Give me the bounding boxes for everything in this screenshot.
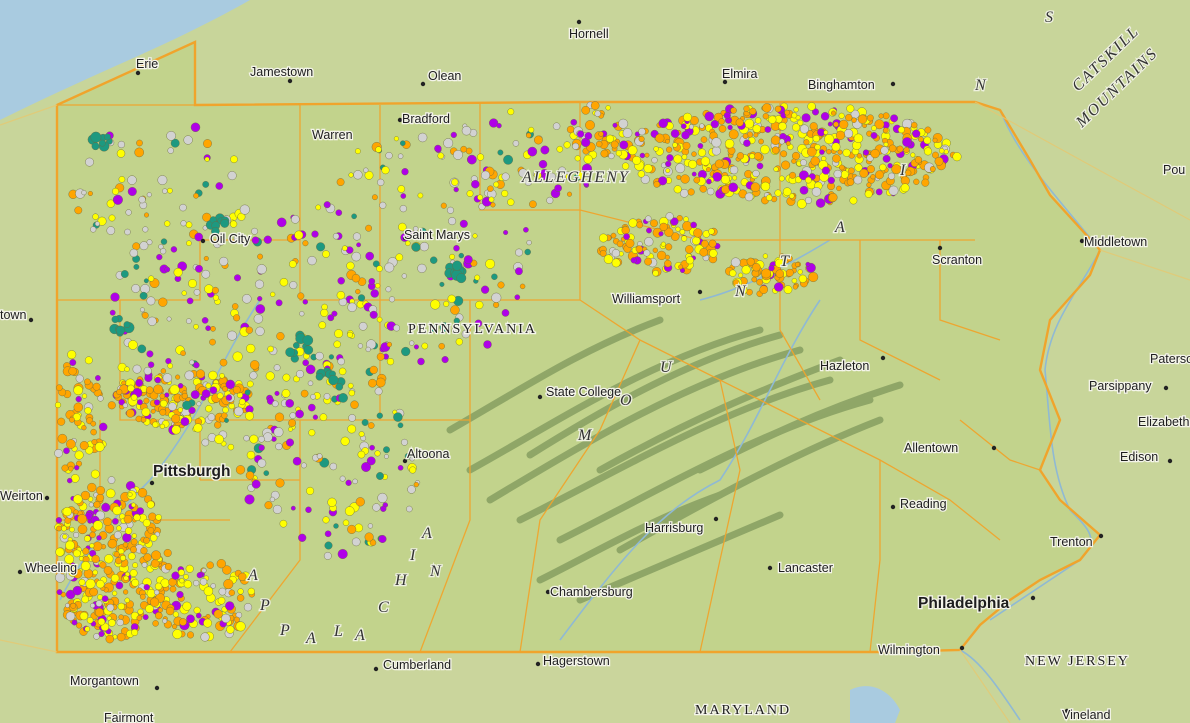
appalachian-letter: P <box>259 597 272 614</box>
state-label-new-jersey: NEW JERSEY <box>1025 654 1130 669</box>
city-label-fairmont[interactable]: Fairmont <box>103 710 155 723</box>
city-label-erie[interactable]: Erie <box>135 56 160 73</box>
map-labels: Erie Jamestown Olean Hornell Elmira Bing… <box>0 8 1190 723</box>
city-label-morgantown[interactable]: Morgantown <box>69 673 140 690</box>
appalachian-letter: H <box>394 572 409 589</box>
city-label-pittsburgh[interactable]: Pittsburgh <box>152 462 232 482</box>
city-label-middletown[interactable]: Middletown <box>1083 234 1149 251</box>
map-view[interactable]: Erie Jamestown Olean Hornell Elmira Bing… <box>0 0 1190 723</box>
city-label-warren[interactable]: Warren <box>311 127 354 144</box>
city-label-wheeling[interactable]: Wheeling <box>24 560 79 577</box>
appalachian-letter: A <box>247 567 260 584</box>
city-label-jamestown[interactable]: Jamestown <box>249 64 315 81</box>
city-label-allentown[interactable]: Allentown <box>903 440 960 457</box>
city-label-bradford[interactable]: Bradford <box>401 111 452 128</box>
city-label-wilmington[interactable]: Wilmington <box>877 642 941 659</box>
city-label-oil-city[interactable]: Oil City <box>209 231 253 248</box>
city-label-edge-town[interactable]: town <box>0 307 28 324</box>
appalachian-letter: I <box>899 162 907 179</box>
city-label-cumberland[interactable]: Cumberland <box>382 657 453 674</box>
appalachian-letter: C <box>378 599 391 616</box>
city-label-binghamton[interactable]: Binghamton <box>807 77 876 94</box>
city-label-vineland[interactable]: Vineland <box>1061 707 1112 723</box>
city-label-parsippany[interactable]: Parsippany <box>1088 378 1154 395</box>
appalachian-letter: A <box>305 630 318 647</box>
city-label-lancaster[interactable]: Lancaster <box>777 560 835 577</box>
city-label-altoona[interactable]: Altoona <box>406 446 451 463</box>
state-label-maryland: MARYLAND <box>695 703 791 718</box>
city-label-elizabeth[interactable]: Elizabeth <box>1137 414 1190 431</box>
city-label-philadelphia[interactable]: Philadelphia <box>917 594 1011 614</box>
appalachian-letter: N <box>734 283 748 300</box>
city-label-paterson[interactable]: Paterson <box>1149 351 1190 368</box>
city-label-williamsport[interactable]: Williamsport <box>611 291 682 308</box>
appalachian-letter: N <box>429 563 443 580</box>
city-label-hazleton[interactable]: Hazleton <box>819 358 871 375</box>
appalachian-letter: O <box>620 392 634 409</box>
city-label-saint-marys[interactable]: Saint Marys <box>403 227 472 244</box>
appalachian-letter: L <box>333 623 345 640</box>
city-label-harrisburg[interactable]: Harrisburg <box>644 520 705 537</box>
appalachian-letter: N <box>974 77 988 94</box>
appalachian-letter: A <box>354 627 367 644</box>
city-label-chambersburg[interactable]: Chambersburg <box>549 584 634 601</box>
city-label-hagerstown[interactable]: Hagerstown <box>542 653 611 670</box>
city-label-hornell[interactable]: Hornell <box>568 26 610 43</box>
state-label-pennsylvania: PENNSYLVANIA <box>408 322 537 337</box>
appalachian-letter: P <box>279 622 292 639</box>
city-label-edison[interactable]: Edison <box>1119 449 1160 466</box>
city-label-edge-pou[interactable]: Pou <box>1162 162 1187 179</box>
range-label-allegheny: ALLEGHENY <box>521 169 630 186</box>
city-label-scranton[interactable]: Scranton <box>931 252 984 269</box>
appalachian-letter: T <box>780 253 791 270</box>
city-label-elmira[interactable]: Elmira <box>721 66 759 83</box>
city-label-state-college[interactable]: State College <box>545 384 623 401</box>
appalachian-letter: U <box>660 359 674 376</box>
appalachian-letter: I <box>409 547 417 564</box>
range-label-appalachian-mountains: A P P A L A C H I A N M O U N T A I N S <box>246 8 1055 649</box>
city-label-weirton[interactable]: Weirton <box>0 488 44 505</box>
city-label-trenton[interactable]: Trenton <box>1049 534 1094 551</box>
appalachian-letter: A <box>834 219 847 236</box>
appalachian-letter: A <box>421 525 434 542</box>
appalachian-letter: S <box>1045 9 1055 26</box>
appalachian-letter: M <box>577 427 593 444</box>
city-label-reading[interactable]: Reading <box>899 496 948 513</box>
city-label-olean[interactable]: Olean <box>427 68 463 85</box>
